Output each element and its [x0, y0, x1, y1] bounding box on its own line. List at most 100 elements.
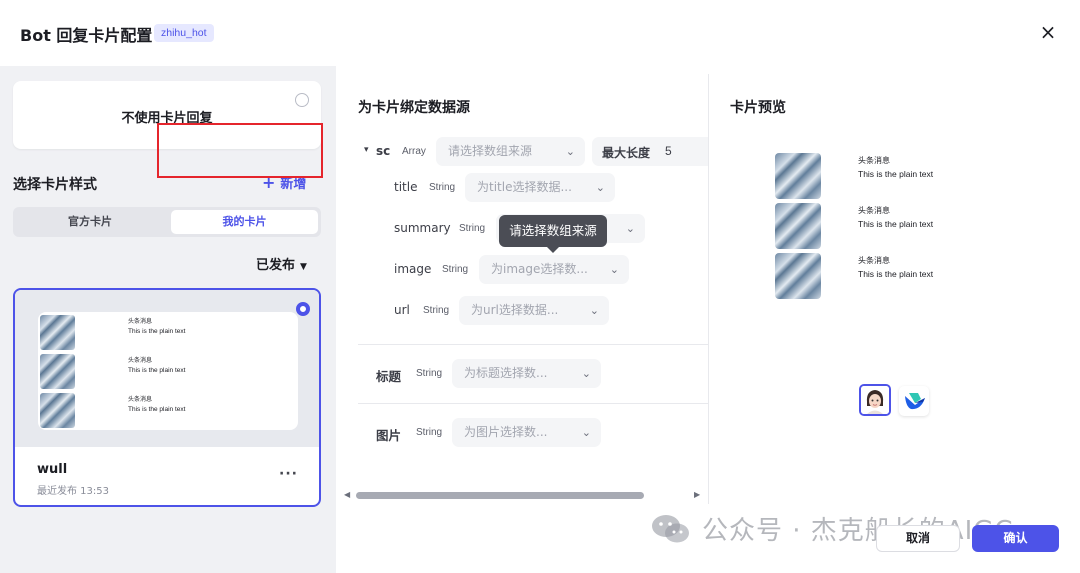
- url-source-select[interactable]: 为url选择数据... ⌄: [459, 296, 609, 325]
- avatar-preview-button[interactable]: [859, 384, 891, 416]
- news-image: [40, 393, 75, 428]
- max-length-label: 最大长度: [602, 146, 651, 160]
- scroll-right-icon[interactable]: ▶: [694, 490, 700, 499]
- card-thumbnail: 头条消息 This is the plain text 头条消息 This is…: [15, 290, 319, 447]
- caret-down-icon: ▼: [300, 262, 307, 272]
- avatar-icon: [861, 386, 889, 414]
- image-source-select[interactable]: 为image选择数... ⌄: [479, 255, 629, 284]
- field-type: String: [442, 264, 469, 275]
- no-card-label: 不使用卡片回复: [121, 111, 213, 126]
- field-name-summary: summary: [394, 221, 451, 235]
- close-icon[interactable]: ×: [1036, 20, 1060, 44]
- list-item: 头条消息 This is the plain text: [38, 314, 298, 350]
- wechat-watermark-icon: [652, 515, 689, 543]
- plus-icon: +: [262, 173, 276, 192]
- item-head: 头条消息: [128, 396, 153, 403]
- confirm-button[interactable]: 确认: [972, 525, 1059, 552]
- expand-icon[interactable]: ▾: [364, 145, 369, 155]
- add-card-button[interactable]: + 新增: [262, 173, 306, 192]
- data-binding-panel: 为卡片绑定数据源 ▾ sc Array 请选择数组来源 ⌄ 最大长度 5 tit…: [336, 66, 708, 506]
- field-name-url: url: [394, 303, 410, 317]
- news-image: [775, 253, 821, 299]
- field-type: String: [416, 368, 443, 379]
- card-name: wull: [37, 462, 68, 477]
- item-head: 头条消息: [128, 357, 153, 364]
- image-source-placeholder: 为image选择数...: [491, 262, 588, 276]
- watermark-text: 公众号 · 杰克船长的AIGC: [702, 516, 1014, 546]
- binding-title: 为卡片绑定数据源: [358, 100, 470, 116]
- divider: [358, 344, 708, 345]
- list-item: 头条消息 This is the plain text: [38, 353, 298, 389]
- panel-divider: [708, 74, 709, 504]
- item-text: This is the plain text: [128, 406, 186, 413]
- item-text: This is the plain text: [858, 169, 934, 179]
- field-name-image: image: [394, 262, 432, 276]
- feishu-logo-icon: [905, 393, 925, 410]
- heading-source-placeholder: 为标题选择数...: [464, 366, 548, 380]
- list-item: 头条消息 This is the plain text: [775, 203, 975, 249]
- tab-official-cards[interactable]: 官方卡片: [16, 210, 164, 234]
- bot-tag: zhihu_hot: [154, 24, 214, 42]
- add-card-label: 新增: [280, 177, 307, 192]
- chevron-down-icon: ⌄: [565, 145, 575, 158]
- chevron-down-icon: ⌄: [625, 222, 635, 235]
- field-name-picture: 图片: [376, 428, 402, 443]
- card-tabs: 官方卡片 我的卡片: [13, 207, 321, 237]
- title-source-select[interactable]: 为title选择数据... ⌄: [465, 173, 615, 202]
- item-text: This is the plain text: [858, 269, 934, 279]
- url-source-placeholder: 为url选择数据...: [471, 303, 559, 317]
- card-publish-time: 最近发布 13:53: [37, 486, 109, 497]
- heading-source-select[interactable]: 为标题选择数... ⌄: [452, 359, 601, 388]
- field-type: String: [429, 182, 456, 193]
- field-type: String: [423, 305, 450, 316]
- card-selected-radio[interactable]: [296, 302, 310, 316]
- picture-source-placeholder: 为图片选择数...: [464, 425, 548, 439]
- news-image: [775, 203, 821, 249]
- my-card-item[interactable]: 头条消息 This is the plain text 头条消息 This is…: [13, 288, 321, 507]
- picture-source-select[interactable]: 为图片选择数... ⌄: [452, 418, 601, 447]
- field-type: String: [459, 223, 486, 234]
- field-type: String: [416, 427, 443, 438]
- list-item: 头条消息 This is the plain text: [775, 153, 975, 199]
- item-head: 头条消息: [128, 318, 153, 325]
- array-source-placeholder: 请选择数组来源: [448, 144, 533, 158]
- field-name-sc: sc: [376, 144, 391, 158]
- item-text: This is the plain text: [128, 328, 186, 335]
- item-head: 头条消息: [858, 156, 890, 165]
- cancel-button[interactable]: 取消: [876, 525, 960, 552]
- scroll-left-icon[interactable]: ◀: [344, 490, 350, 499]
- item-head: 头条消息: [858, 206, 890, 215]
- title-source-placeholder: 为title选择数据...: [477, 180, 572, 194]
- tooltip: 请选择数组来源: [499, 215, 607, 253]
- divider: [358, 403, 708, 404]
- tab-my-cards[interactable]: 我的卡片: [171, 210, 318, 234]
- field-name-heading: 标题: [376, 369, 402, 384]
- field-type: Array: [402, 146, 426, 157]
- item-text: This is the plain text: [858, 219, 934, 229]
- no-card-option[interactable]: 不使用卡片回复: [13, 81, 321, 149]
- section-title: 选择卡片样式: [13, 177, 97, 193]
- horizontal-scrollbar[interactable]: ◀ ▶: [336, 488, 708, 502]
- max-length-value: 5: [665, 144, 672, 158]
- chevron-down-icon: ⌄: [609, 263, 619, 276]
- max-length-input[interactable]: 最大长度 5: [592, 137, 708, 166]
- dialog-title: Bot 回复卡片配置: [20, 26, 153, 45]
- news-image: [775, 153, 821, 199]
- card-style-panel: 不使用卡片回复 选择卡片样式 + 新增 官方卡片 我的卡片 已发布 ▼ 头条消息 T…: [0, 66, 336, 573]
- platform-logo-button[interactable]: [899, 386, 929, 416]
- no-card-radio[interactable]: [295, 93, 309, 107]
- field-name-title: title: [394, 180, 418, 194]
- item-text: This is the plain text: [128, 367, 186, 374]
- chevron-down-icon: ⌄: [595, 181, 605, 194]
- dialog-header: Bot 回复卡片配置 zhihu_hot ×: [0, 0, 1080, 66]
- list-item: 头条消息 This is the plain text: [775, 253, 975, 299]
- array-source-select[interactable]: 请选择数组来源 ⌄: [436, 137, 585, 166]
- card-thumbnail-preview: 头条消息 This is the plain text 头条消息 This is…: [38, 312, 298, 430]
- list-item: 头条消息 This is the plain text: [38, 392, 298, 428]
- scrollbar-thumb[interactable]: [356, 492, 644, 499]
- published-label: 已发布: [256, 258, 296, 273]
- published-filter[interactable]: 已发布 ▼: [256, 254, 307, 273]
- more-icon[interactable]: ···: [279, 466, 298, 482]
- news-image: [40, 315, 75, 350]
- preview-title: 卡片预览: [730, 100, 786, 116]
